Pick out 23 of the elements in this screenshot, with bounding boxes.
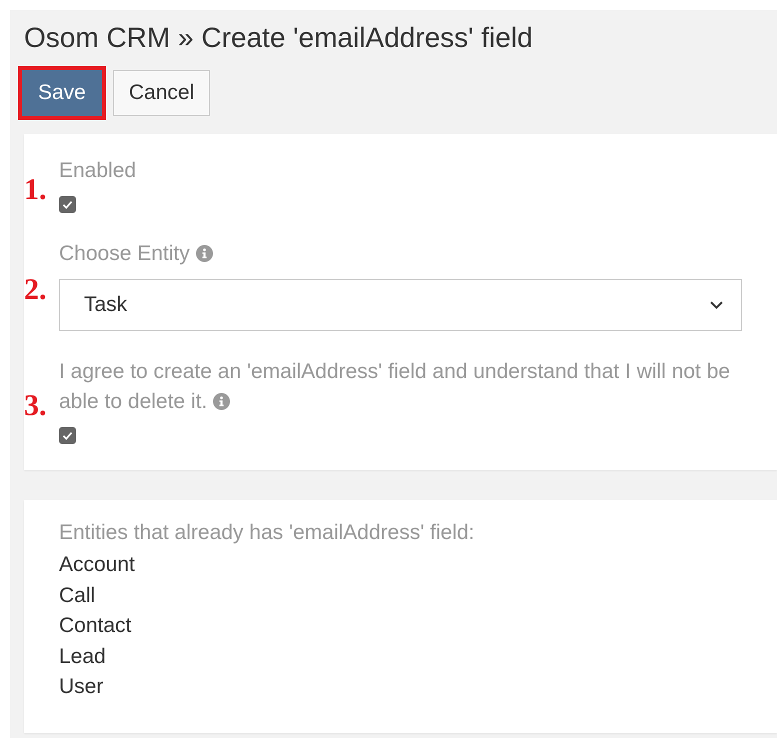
entity-dropdown[interactable]: Task	[59, 279, 742, 331]
checkbox[interactable]	[59, 196, 76, 213]
field-label: I agree to create an 'emailAddress' field and understand that I will not be able to delete it.	[59, 360, 730, 413]
entity-name: User	[59, 674, 104, 700]
check-icon	[61, 429, 74, 442]
annotation-number: 2.	[24, 275, 46, 305]
entity-name: Call	[59, 582, 96, 608]
page-title: Osom CRM » Create 'emailAddress' field	[24, 22, 534, 54]
save-button[interactable]: Save	[22, 70, 102, 116]
annotation-number: 3.	[24, 390, 46, 420]
cancel-button[interactable]: Cancel	[112, 70, 210, 116]
field-label: Enabled	[59, 159, 136, 182]
info-icon	[196, 245, 213, 262]
entity-name: Contact	[59, 613, 132, 639]
field-label: Choose Entity	[59, 242, 213, 265]
check-icon	[61, 198, 74, 211]
annotation-number: 1.	[24, 174, 46, 204]
entity-name: Account	[59, 552, 136, 578]
entity-name: Lead	[59, 644, 107, 670]
list-heading: Entities that already has 'emailAddress' field:	[59, 520, 476, 546]
checkbox[interactable]	[59, 427, 76, 444]
caret-icon	[710, 300, 723, 310]
info-icon	[213, 393, 230, 410]
